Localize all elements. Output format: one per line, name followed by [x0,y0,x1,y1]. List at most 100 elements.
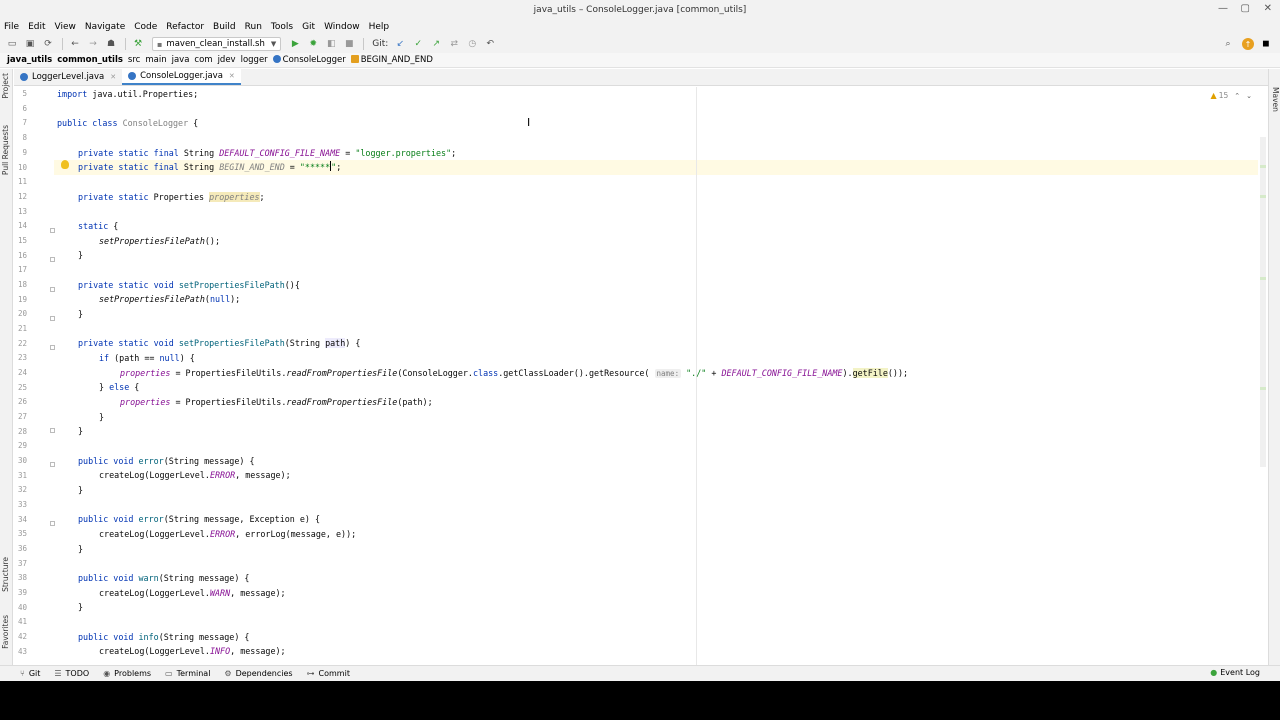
git-update-icon[interactable]: ↙ [392,37,408,51]
breadcrumb-src[interactable]: src [128,55,140,65]
parameter-hint: name: [654,369,682,378]
breadcrumb-com[interactable]: com [194,55,212,65]
project-tool-tab[interactable]: Project [1,73,10,99]
open-folder-icon[interactable]: ▭ [4,37,20,51]
menu-refactor[interactable]: Refactor [166,22,204,32]
run-icon[interactable]: ▶ [287,37,303,51]
breadcrumb-jdev[interactable]: jdev [218,55,236,65]
code-token: ). [842,368,853,378]
code-line-28: } [78,424,83,439]
fold-marker-icon[interactable] [50,316,55,321]
menu-window[interactable]: Window [324,22,360,32]
favorites-tool-tab[interactable]: Favorites [1,615,10,649]
code-line-34: public void error(String message, Except… [78,512,320,527]
git-commit-icon[interactable]: ✓ [410,37,426,51]
save-icon[interactable]: ▣ [22,37,38,51]
problems-icon: ◉ [103,669,111,678]
chevron-down-icon[interactable]: ⌄ [1246,92,1252,100]
fold-marker-icon[interactable] [50,287,55,292]
debug-icon[interactable]: ✹ [305,37,321,51]
menu-edit[interactable]: Edit [28,22,45,32]
git-push-icon[interactable]: ↗ [428,37,444,51]
fold-marker-icon[interactable] [50,345,55,350]
structure-tool-tab[interactable]: Structure [1,557,10,592]
menu-code[interactable]: Code [134,22,157,32]
stop-icon[interactable]: ■ [341,37,357,51]
breadcrumb-main[interactable]: main [145,55,166,65]
code-token: null [209,294,231,304]
dependencies-tool-button[interactable]: ⚙ Dependencies [224,669,292,678]
menu-navigate[interactable]: Navigate [85,22,125,32]
breadcrumb-module[interactable]: common_utils [57,55,123,65]
breadcrumb-class[interactable]: ConsoleLogger [272,55,346,65]
pull-requests-tool-tab[interactable]: Pull Requests [1,125,10,175]
git-history-icon[interactable]: ◷ [464,37,480,51]
code-token: { [108,221,119,231]
code-line-5: import java.util.Properties; [57,87,198,102]
todo-tool-button[interactable]: ☰ TODO [54,669,89,678]
code-token: } [99,412,105,422]
maximize-icon[interactable]: ▢ [1241,3,1250,14]
chevron-up-icon[interactable]: ⌃ [1234,92,1240,100]
sync-icon[interactable]: ⟳ [40,37,56,51]
menu-tools[interactable]: Tools [271,22,293,32]
fold-marker-icon[interactable] [50,462,55,467]
git-compare-icon[interactable]: ⇄ [446,37,462,51]
code-token: import [57,89,88,99]
code-token: } [78,602,84,612]
menu-help[interactable]: Help [369,22,390,32]
inspection-widget[interactable]: ▲ 15 ⌃ ⌄ [1211,91,1252,100]
fold-marker-icon[interactable] [50,257,55,262]
menu-view[interactable]: View [55,22,76,32]
forward-icon[interactable]: → [85,37,101,51]
close-tab-icon[interactable]: ✕ [229,72,235,80]
tab-logger-level[interactable]: LoggerLevel.java ✕ [14,69,122,85]
jetbrains-logo-icon[interactable]: ◼ [1258,37,1274,51]
user-icon[interactable]: ☗ [103,37,119,51]
toolbar-right: ⌕ ↑ ◼ [1220,37,1276,51]
maven-tool-tab[interactable]: Maven [1271,87,1280,112]
search-icon[interactable]: ⌕ [1220,37,1236,51]
code-token: (String message) { [158,573,250,583]
back-icon[interactable]: ← [67,37,83,51]
menu-run[interactable]: Run [245,22,262,32]
git-rollback-icon[interactable]: ↶ [482,37,498,51]
fold-marker-icon[interactable] [50,228,55,233]
menu-git[interactable]: Git [302,22,315,32]
fold-marker-icon[interactable] [50,521,55,526]
terminal-tool-button[interactable]: ▭ Terminal [165,669,210,678]
breadcrumb-logger[interactable]: logger [241,55,268,65]
breadcrumb-project[interactable]: java_utils [7,55,52,65]
code-line-19: setPropertiesFilePath(null); [99,292,240,307]
code-line-16: } [78,248,83,263]
coverage-icon[interactable]: ◧ [323,37,339,51]
vertical-scrollbar[interactable] [1260,137,1266,467]
menu-build[interactable]: Build [213,22,236,32]
code-token: "./" [686,368,707,378]
line-number: 29 [17,441,27,450]
line-number: 14 [17,221,27,230]
fold-marker-icon[interactable] [50,428,55,433]
close-tab-icon[interactable]: ✕ [110,73,116,81]
tab-console-logger[interactable]: ConsoleLogger.java ✕ [122,69,241,85]
build-hammer-icon[interactable]: ⚒ [130,37,146,51]
menu-file[interactable]: File [4,22,19,32]
close-icon[interactable]: ✕ [1264,3,1272,14]
code-token: = PropertiesFileUtils. [170,397,287,407]
tool-label: Dependencies [235,669,293,678]
run-config-selector[interactable]: ▪ maven_clean_install.sh ▼ [152,37,282,51]
code-editor[interactable]: 5 6 7 8 9 10 11 12 13 14 15 16 17 18 19 … [14,87,1268,665]
code-token: if [99,353,110,363]
breadcrumb-java[interactable]: java [172,55,190,65]
problems-tool-button[interactable]: ◉ Problems [103,669,151,678]
intention-bulb-icon[interactable] [61,160,69,169]
git-tool-button[interactable]: ⑂ Git [20,669,40,678]
breadcrumb-field[interactable]: BEGIN_AND_END [350,55,433,65]
minimize-icon[interactable]: — [1218,3,1228,14]
event-log-button[interactable]: ● Event Log [1210,668,1260,677]
main-toolbar: ▭ ▣ ⟳ ← → ☗ ⚒ ▪ maven_clean_install.sh ▼… [0,35,1280,53]
commit-tool-button[interactable]: ⊶ Commit [307,669,350,678]
code-token: } [78,309,84,319]
ide-update-icon[interactable]: ↑ [1242,38,1254,50]
code-token: ; [259,192,265,202]
